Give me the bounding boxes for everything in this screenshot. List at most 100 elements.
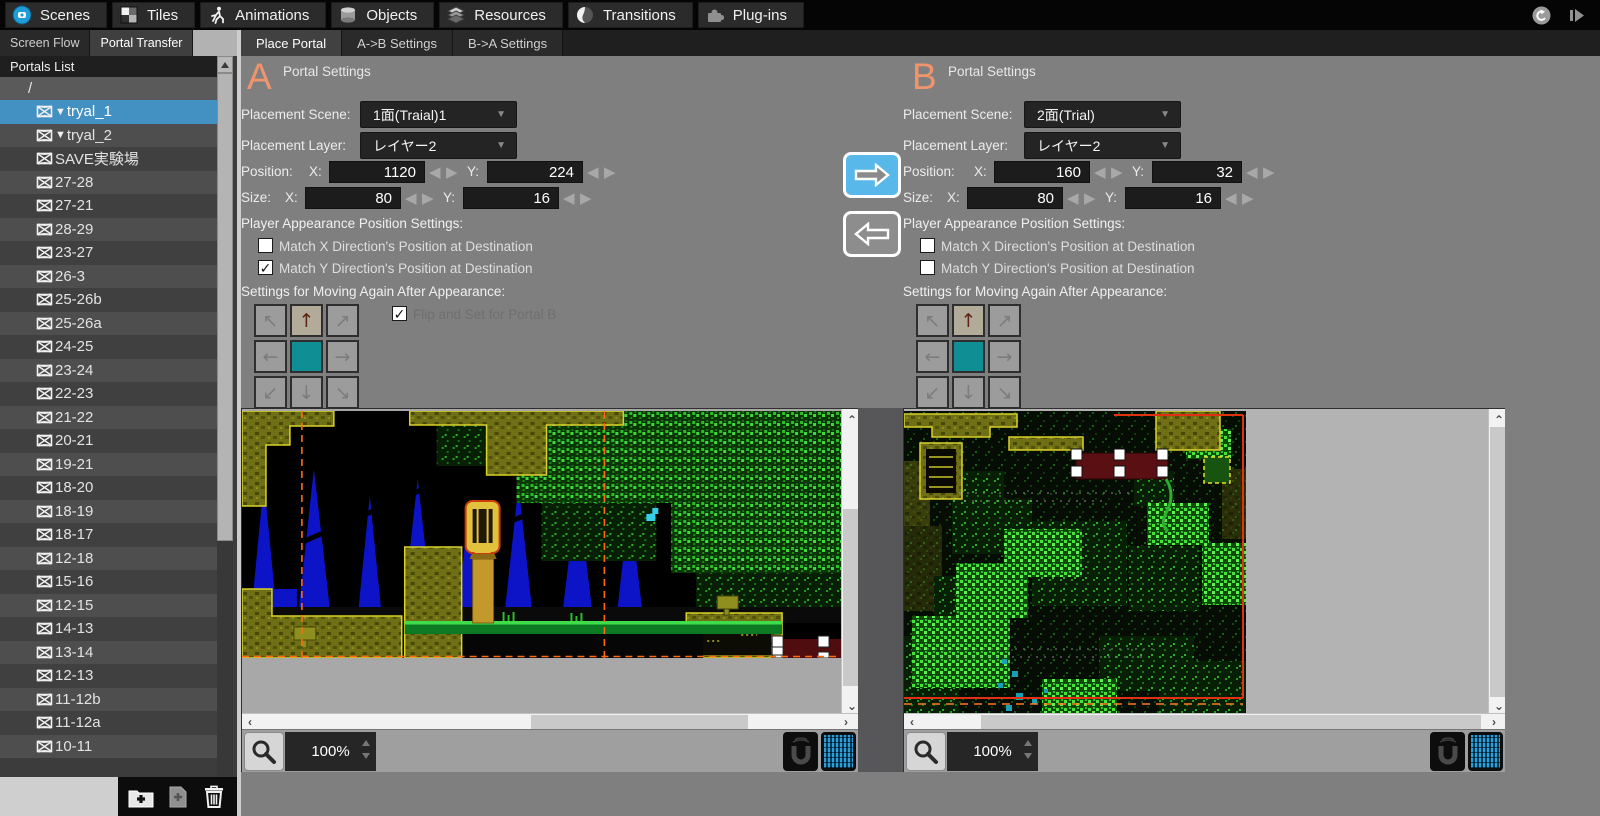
scroll-thumb[interactable] <box>981 715 1481 729</box>
dpad-down-right-button[interactable]: ↘ <box>326 376 359 409</box>
tab-b-to-a-settings[interactable]: B->A Settings <box>453 30 563 56</box>
dpad-up-left-button[interactable]: ↖ <box>254 304 287 337</box>
position-x-increment[interactable]: ▶ <box>1111 161 1123 183</box>
portal-list-item[interactable]: 25-26b <box>0 288 217 312</box>
dpad-left-button[interactable]: ← <box>916 340 949 373</box>
size-y-decrement[interactable]: ◀ <box>1225 187 1237 209</box>
menu-objects[interactable]: Objects <box>331 2 434 28</box>
dpad-up-left-button[interactable]: ↖ <box>916 304 949 337</box>
match-x-checkbox-a[interactable] <box>258 238 273 253</box>
scene-b-viewport[interactable] <box>904 409 1489 713</box>
portal-list-item[interactable]: ▼tryal_1 <box>0 100 217 124</box>
expander-icon[interactable]: ▼ <box>55 106 66 118</box>
portal-list-item[interactable]: 10-11 <box>0 735 217 759</box>
scene-b-vertical-scrollbar[interactable]: ⌃ ⌄ <box>1488 409 1505 713</box>
grid-toggle-icon[interactable] <box>821 732 856 771</box>
portal-list-item[interactable]: 24-25 <box>0 335 217 359</box>
match-y-checkbox-a[interactable]: ✓ <box>258 260 273 275</box>
portal-list-item[interactable]: 22-23 <box>0 382 217 406</box>
placement-scene-dropdown-a[interactable]: 1面(Traial)1 ▼ <box>360 101 517 128</box>
portal-a-marker[interactable] <box>778 639 842 658</box>
scroll-thumb[interactable] <box>1490 427 1505 697</box>
portal-list-item[interactable]: 15-16 <box>0 570 217 594</box>
dpad-down-right-button[interactable]: ↘ <box>988 376 1021 409</box>
portal-list-item[interactable]: 23-24 <box>0 359 217 383</box>
dpad-up-right-button[interactable]: ↗ <box>326 304 359 337</box>
size-x-field-b[interactable]: 80 <box>967 187 1063 209</box>
zoom-spinner[interactable] <box>362 740 370 759</box>
dpad-center-button[interactable] <box>290 340 323 373</box>
position-y-increment[interactable]: ▶ <box>604 161 616 183</box>
size-y-increment[interactable]: ▶ <box>1242 187 1254 209</box>
scene-a-vertical-scrollbar[interactable]: ⌃ ⌄ <box>841 409 858 713</box>
size-y-decrement[interactable]: ◀ <box>563 187 575 209</box>
portal-list-item[interactable]: 14-13 <box>0 617 217 641</box>
size-x-decrement[interactable]: ◀ <box>405 187 417 209</box>
snap-magnet-icon[interactable] <box>783 732 818 771</box>
tab-place-portal[interactable]: Place Portal <box>241 30 342 56</box>
menu-animations[interactable]: Animations <box>200 2 326 28</box>
size-x-field-a[interactable]: 80 <box>305 187 401 209</box>
portal-list-item[interactable]: 13-14 <box>0 641 217 665</box>
portal-list-item[interactable]: 12-13 <box>0 664 217 688</box>
position-x-decrement[interactable]: ◀ <box>1094 161 1106 183</box>
portal-list-item[interactable]: 20-21 <box>0 429 217 453</box>
dpad-right-button[interactable]: → <box>326 340 359 373</box>
add-item-icon[interactable] <box>164 783 192 811</box>
portal-list-item[interactable]: 26-3 <box>0 265 217 289</box>
portal-list-item[interactable]: ▼tryal_2 <box>0 124 217 148</box>
position-y-decrement[interactable]: ◀ <box>1246 161 1258 183</box>
menu-transitions[interactable]: Transitions <box>568 2 693 28</box>
portal-list-item[interactable]: 27-21 <box>0 194 217 218</box>
portal-list-item[interactable]: 11-12b <box>0 688 217 712</box>
scroll-thumb[interactable] <box>531 715 748 729</box>
dpad-up-right-button[interactable]: ↗ <box>988 304 1021 337</box>
dpad-down-button[interactable]: ↓ <box>952 376 985 409</box>
tab-portal-transfer[interactable]: Portal Transfer <box>90 30 193 56</box>
position-x-field-a[interactable]: 1120 <box>329 161 425 183</box>
grid-toggle-icon[interactable] <box>1468 732 1503 771</box>
snap-magnet-icon[interactable] <box>1430 732 1465 771</box>
magnifier-icon[interactable] <box>244 732 284 771</box>
menu-plugins[interactable]: Plug-ins <box>698 2 804 28</box>
size-x-decrement[interactable]: ◀ <box>1067 187 1079 209</box>
size-y-increment[interactable]: ▶ <box>580 187 592 209</box>
menu-tiles[interactable]: Tiles <box>112 2 195 28</box>
position-x-decrement[interactable]: ◀ <box>429 161 441 183</box>
sidebar-scroll-thumb[interactable] <box>217 73 233 541</box>
dpad-down-left-button[interactable]: ↙ <box>254 376 287 409</box>
position-y-increment[interactable]: ▶ <box>1263 161 1275 183</box>
portal-list-item[interactable]: 25-26a <box>0 312 217 336</box>
scene-b-horizontal-scrollbar[interactable]: ‹ › <box>904 713 1505 729</box>
menu-scenes[interactable]: Scenes <box>5 2 107 28</box>
portal-list-item[interactable]: 23-27 <box>0 241 217 265</box>
scroll-up-icon[interactable] <box>217 56 233 73</box>
position-y-field-b[interactable]: 32 <box>1152 161 1242 183</box>
portal-list-item[interactable]: 11-12a <box>0 711 217 735</box>
portal-list-item[interactable]: 21-22 <box>0 406 217 430</box>
zoom-level-field-a[interactable]: 100% <box>285 732 376 771</box>
add-folder-icon[interactable] <box>127 783 155 811</box>
position-x-field-b[interactable]: 160 <box>994 161 1090 183</box>
match-y-checkbox-b[interactable] <box>920 260 935 275</box>
dpad-center-button[interactable] <box>952 340 985 373</box>
portal-list-item[interactable]: 19-21 <box>0 453 217 477</box>
size-x-increment[interactable]: ▶ <box>422 187 434 209</box>
tab-screen-flow[interactable]: Screen Flow <box>0 30 90 56</box>
portal-list-root[interactable]: / <box>0 77 217 100</box>
size-x-increment[interactable]: ▶ <box>1084 187 1096 209</box>
size-y-field-a[interactable]: 16 <box>463 187 559 209</box>
copy-a-to-b-button[interactable] <box>843 152 901 198</box>
portal-list-item[interactable]: 18-20 <box>0 476 217 500</box>
match-x-checkbox-b[interactable] <box>920 238 935 253</box>
size-y-field-b[interactable]: 16 <box>1125 187 1221 209</box>
step-forward-icon[interactable] <box>1569 7 1586 24</box>
position-x-increment[interactable]: ▶ <box>446 161 458 183</box>
portal-list-item[interactable]: 18-19 <box>0 500 217 524</box>
portal-list-item[interactable]: 28-29 <box>0 218 217 242</box>
portal-list-item[interactable]: 27-28 <box>0 171 217 195</box>
menu-resources[interactable]: Resources <box>439 2 563 28</box>
undo-circle-icon[interactable] <box>1532 6 1551 25</box>
placement-scene-dropdown-b[interactable]: 2面(Trial) ▼ <box>1024 101 1181 128</box>
tab-a-to-b-settings[interactable]: A->B Settings <box>342 30 453 56</box>
